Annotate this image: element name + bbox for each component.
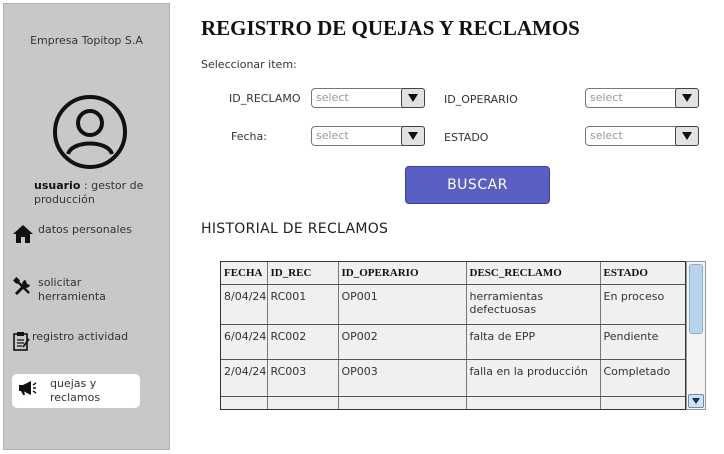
id-operario-select[interactable]: select — [585, 88, 699, 108]
megaphone-icon — [16, 377, 38, 399]
estado-value: select — [590, 129, 623, 142]
id-operario-value: select — [590, 91, 623, 104]
page-title: REGISTRO DE QUEJAS Y RECLAMOS — [201, 16, 580, 40]
column-header[interactable]: FECHA — [221, 262, 268, 285]
table-row-empty — [221, 396, 685, 409]
table-cell: En proceso — [600, 284, 685, 325]
select-item-label: Seleccionar item: — [201, 58, 297, 71]
column-header[interactable]: ID_OPERARIO — [338, 262, 467, 285]
table-cell: OP002 — [338, 324, 467, 360]
scrollbar-thumb[interactable] — [689, 264, 703, 334]
chevron-down-icon[interactable] — [401, 88, 425, 108]
fecha-value: select — [316, 129, 349, 142]
history-table: FECHA ID_REC ID_OPERARIO DESC_RECLAMO ES… — [220, 261, 686, 410]
nav-label: quejas y reclamos — [50, 377, 101, 404]
table-cell: 6/04/24 — [221, 324, 268, 360]
user-info: usuario : gestor de producción — [34, 179, 162, 207]
company-name: Empresa Topitop S.A — [30, 34, 143, 47]
estado-select[interactable]: select — [585, 126, 699, 146]
id-reclamo-label: ID_RECLAMO — [229, 92, 301, 105]
nav-item-quejas-reclamos[interactable]: quejas y reclamos — [12, 374, 140, 408]
search-button[interactable]: BUSCAR — [405, 166, 550, 204]
history-title: HISTORIAL DE RECLAMOS — [201, 221, 389, 237]
chevron-down-icon[interactable] — [401, 126, 425, 146]
nav-label: datos personales — [38, 223, 132, 236]
column-header[interactable]: DESC_RECLAMO — [466, 262, 601, 285]
table-cell: 2/04/24 — [221, 359, 268, 397]
scroll-down-icon[interactable] — [688, 394, 704, 408]
table-cell: RC002 — [267, 324, 339, 360]
table-cell: OP001 — [338, 284, 467, 325]
clipboard-icon — [12, 330, 30, 352]
nav-label: solicitar herramienta — [38, 276, 106, 303]
column-header[interactable]: ESTADO — [600, 262, 685, 285]
fecha-label: Fecha: — [231, 130, 267, 143]
table-cell: OP003 — [338, 359, 467, 397]
fecha-select[interactable]: select — [311, 126, 425, 146]
table-row[interactable]: 6/04/24 RC002 OP002 falta de EPP Pendien… — [221, 324, 685, 360]
table-cell: 8/04/24 — [221, 284, 268, 325]
table-cell: herramientas defectuosas — [466, 284, 601, 325]
user-avatar-icon — [53, 95, 127, 169]
chevron-down-icon[interactable] — [675, 88, 699, 108]
table-cell: Completado — [600, 359, 685, 397]
nav-item-registro-actividad[interactable]: registro actividad — [12, 330, 140, 352]
nav-label: registro actividad — [32, 330, 129, 343]
nav-item-solicitar-herramienta[interactable]: solicitar herramienta — [12, 276, 140, 304]
table-cell: falla en la producción — [466, 359, 601, 397]
table-cell: RC003 — [267, 359, 339, 397]
id-reclamo-value: select — [316, 91, 349, 104]
home-icon — [12, 223, 34, 245]
table-cell: RC001 — [267, 284, 339, 325]
estado-label: ESTADO — [444, 131, 489, 144]
table-cell: falta de EPP — [466, 324, 601, 360]
id-operario-label: ID_OPERARIO — [444, 93, 518, 106]
table-row[interactable]: 8/04/24 RC001 OP001 herramientas defectu… — [221, 284, 685, 325]
user-label: usuario — [34, 179, 81, 192]
id-reclamo-select[interactable]: select — [311, 88, 425, 108]
table-scrollbar[interactable] — [686, 261, 706, 410]
nav-item-datos-personales[interactable]: datos personales — [12, 223, 140, 245]
sidebar: Empresa Topitop S.A usuario : gestor de … — [3, 3, 170, 450]
table-header-row: FECHA ID_REC ID_OPERARIO DESC_RECLAMO ES… — [221, 262, 685, 285]
table-cell: Pendiente — [600, 324, 685, 360]
table-row[interactable]: 2/04/24 RC003 OP003 falla en la producci… — [221, 359, 685, 397]
tools-icon — [12, 276, 34, 298]
chevron-down-icon[interactable] — [675, 126, 699, 146]
column-header[interactable]: ID_REC — [267, 262, 339, 285]
